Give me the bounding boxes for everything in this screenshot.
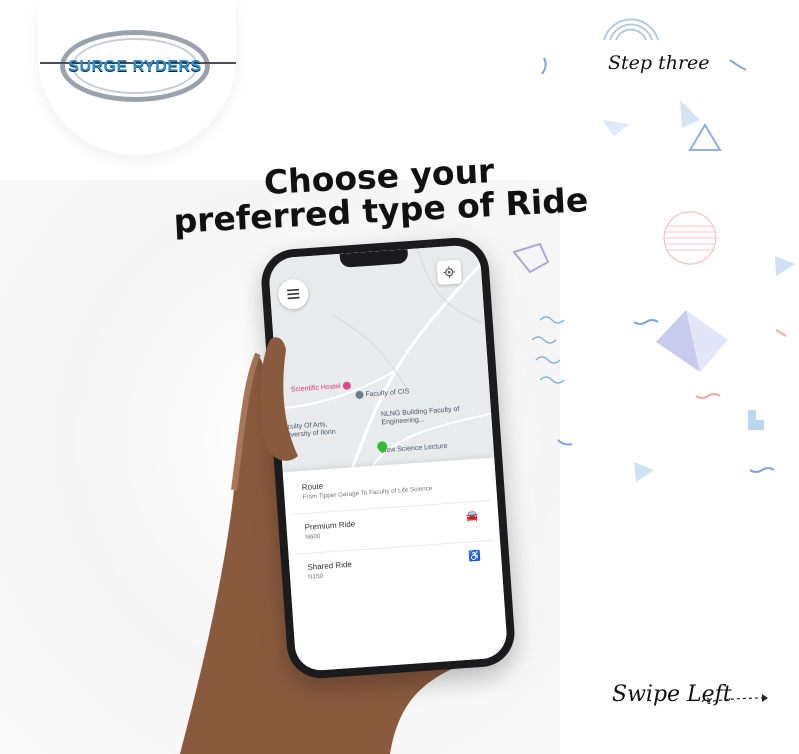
brand-logo-text: SURGE RYDERS: [68, 58, 202, 75]
car-icon: 🚘: [465, 510, 479, 523]
my-location-button[interactable]: [436, 259, 463, 286]
dashed-arrow-icon: [701, 694, 768, 704]
crosshair-icon: [443, 266, 456, 279]
route-row[interactable]: Route From Tipper Garage To Faculty of L…: [302, 471, 483, 501]
ride-option-shared[interactable]: Shared Ride N150 ♿: [307, 550, 488, 581]
thumb-illustration: [260, 337, 298, 461]
ride-option-premium[interactable]: Premium Ride N600 🚘: [304, 510, 485, 541]
accessible-icon: ♿: [468, 550, 482, 563]
ride-options-sheet: Route From Tipper Garage To Faculty of L…: [282, 457, 509, 672]
map-pin-icon: [342, 381, 351, 390]
map-pin-icon: [355, 390, 364, 400]
hamburger-icon: [287, 288, 300, 300]
